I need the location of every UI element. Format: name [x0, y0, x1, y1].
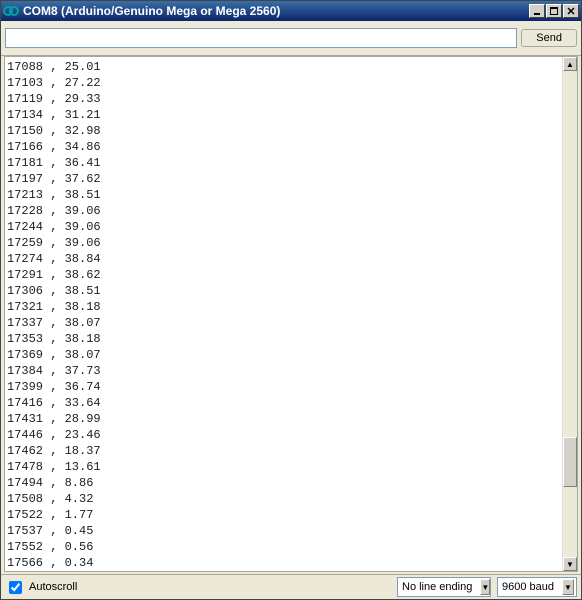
serial-input[interactable]	[5, 28, 517, 48]
chevron-down-icon: ▼	[480, 579, 490, 595]
input-row: Send	[1, 21, 581, 56]
scrollbar[interactable]: ▲ ▼	[562, 57, 577, 571]
scroll-up-button[interactable]: ▲	[563, 57, 577, 71]
minimize-button[interactable]	[529, 4, 545, 18]
line-ending-value: No line ending	[402, 581, 480, 593]
window-buttons	[529, 4, 579, 18]
close-button[interactable]	[563, 4, 579, 18]
autoscroll-label: Autoscroll	[29, 581, 77, 593]
send-button[interactable]: Send	[521, 29, 577, 47]
serial-output[interactable]: 17088 , 25.01 17103 , 27.22 17119 , 29.3…	[5, 57, 563, 571]
serial-monitor-window: COM8 (Arduino/Genuino Mega or Mega 2560)…	[0, 0, 582, 600]
titlebar: COM8 (Arduino/Genuino Mega or Mega 2560)	[1, 1, 581, 21]
scroll-down-button[interactable]: ▼	[563, 557, 577, 571]
arduino-icon	[3, 3, 19, 19]
baud-dropdown[interactable]: 9600 baud ▼	[497, 577, 577, 597]
output-area: 17088 , 25.01 17103 , 27.22 17119 , 29.3…	[4, 56, 578, 572]
scroll-thumb[interactable]	[563, 437, 577, 487]
autoscroll-option[interactable]: Autoscroll	[5, 578, 391, 597]
line-ending-dropdown[interactable]: No line ending ▼	[397, 577, 491, 597]
chevron-down-icon: ▼	[562, 579, 574, 595]
autoscroll-checkbox[interactable]	[9, 581, 22, 594]
window-title: COM8 (Arduino/Genuino Mega or Mega 2560)	[23, 4, 529, 18]
baud-value: 9600 baud	[502, 581, 562, 593]
maximize-button[interactable]	[546, 4, 562, 18]
bottom-bar: Autoscroll No line ending ▼ 9600 baud ▼	[1, 574, 581, 599]
